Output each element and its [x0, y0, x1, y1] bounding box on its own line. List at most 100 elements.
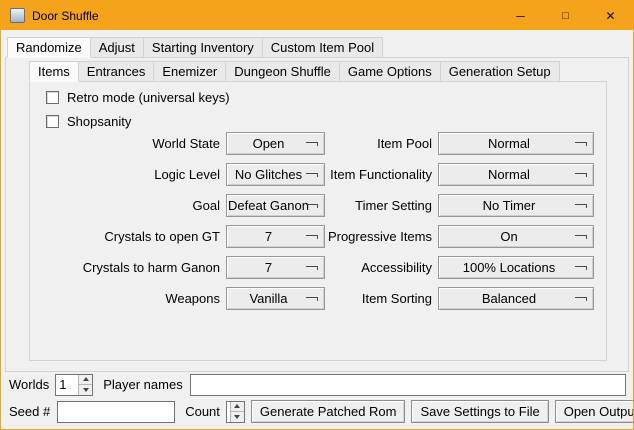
close-button[interactable]: ✕ — [588, 1, 633, 30]
setting-row: Crystals to harm Ganon 7 Accessibility 1… — [30, 252, 606, 283]
goal-dropdown[interactable]: Defeat Ganon — [226, 194, 325, 217]
count-spin-down-button[interactable] — [231, 411, 244, 422]
arrow-up-icon — [234, 404, 240, 408]
maximize-button[interactable]: □ — [543, 1, 588, 30]
tab-items[interactable]: Items — [29, 61, 79, 82]
progressive-items-dropdown[interactable]: On — [438, 225, 594, 248]
items-page: Retro mode (universal keys) Shopsanity W… — [29, 81, 607, 361]
player-names-label: Player names — [103, 377, 182, 392]
inner-tab-bar: Items Entrances Enemizer Dungeon Shuffle… — [29, 61, 560, 82]
dropdown-indicator-icon — [575, 297, 587, 301]
dropdown-indicator-icon — [306, 235, 318, 239]
window-controls: ─ □ ✕ — [498, 1, 633, 30]
worlds-row: Worlds Player names — [9, 373, 626, 396]
timer-setting-label: Timer Setting — [325, 194, 432, 217]
shopsanity-checkbox[interactable] — [46, 115, 59, 128]
shopsanity-label: Shopsanity — [67, 114, 131, 129]
setting-row: Logic Level No Glitches Item Functionali… — [30, 159, 606, 190]
item-sorting-value: Balanced — [439, 288, 593, 309]
count-label: Count — [185, 404, 220, 419]
seed-row: Seed # Count Generate Patched Rom Save S… — [9, 400, 626, 423]
crystals-open-gt-label: Crystals to open GT — [30, 225, 220, 248]
dropdown-indicator-icon — [575, 266, 587, 270]
setting-row: Crystals to open GT 7 Progressive Items … — [30, 221, 606, 252]
dropdown-indicator-icon — [306, 173, 318, 177]
tab-entrances[interactable]: Entrances — [78, 61, 155, 82]
count-stepper — [226, 401, 245, 423]
minimize-button[interactable]: ─ — [498, 1, 543, 30]
tab-enemizer[interactable]: Enemizer — [153, 61, 226, 82]
tab-adjust[interactable]: Adjust — [90, 37, 144, 58]
goal-label: Goal — [30, 194, 220, 217]
world-state-dropdown[interactable]: Open — [226, 132, 325, 155]
item-functionality-label: Item Functionality — [325, 163, 432, 186]
item-sorting-label: Item Sorting — [325, 287, 432, 310]
dropdown-indicator-icon — [575, 173, 587, 177]
tab-generation-setup[interactable]: Generation Setup — [440, 61, 560, 82]
app-icon — [10, 8, 25, 23]
crystals-harm-ganon-dropdown[interactable]: 7 — [226, 256, 325, 279]
accessibility-value: 100% Locations — [439, 257, 593, 278]
progressive-items-label: Progressive Items — [325, 225, 432, 248]
accessibility-dropdown[interactable]: 100% Locations — [438, 256, 594, 279]
worlds-stepper — [55, 374, 93, 396]
seed-label: Seed # — [9, 404, 50, 419]
count-stepper-buttons — [230, 402, 244, 422]
arrow-down-icon — [83, 388, 89, 392]
player-names-input[interactable] — [190, 374, 626, 396]
item-pool-value: Normal — [439, 133, 593, 154]
worlds-label: Worlds — [9, 377, 49, 392]
dropdown-indicator-icon — [306, 266, 318, 270]
dropdown-indicator-icon — [575, 142, 587, 146]
minimize-icon: ─ — [516, 9, 525, 23]
dropdown-indicator-icon — [575, 235, 587, 239]
crystals-open-gt-dropdown[interactable]: 7 — [226, 225, 325, 248]
retro-mode-row: Retro mode (universal keys) — [46, 89, 230, 106]
worlds-spin-down-button[interactable] — [79, 384, 92, 395]
tab-starting-inventory[interactable]: Starting Inventory — [143, 37, 263, 58]
settings-grid: World State Open Item Pool Normal Logic … — [30, 128, 606, 314]
worlds-spin-up-button[interactable] — [79, 375, 92, 385]
worlds-input[interactable] — [56, 375, 78, 395]
save-settings-button[interactable]: Save Settings to File — [411, 400, 548, 423]
setting-row: World State Open Item Pool Normal — [30, 128, 606, 159]
accessibility-label: Accessibility — [325, 256, 432, 279]
dropdown-indicator-icon — [306, 142, 318, 146]
titlebar: Door Shuffle ─ □ ✕ — [1, 1, 633, 30]
dropdown-indicator-icon — [306, 297, 318, 301]
arrow-down-icon — [234, 415, 240, 419]
setting-row: Weapons Vanilla Item Sorting Balanced — [30, 283, 606, 314]
retro-mode-checkbox[interactable] — [46, 91, 59, 104]
setting-row: Goal Defeat Ganon Timer Setting No Timer — [30, 190, 606, 221]
window-title: Door Shuffle — [32, 9, 99, 23]
weapons-label: Weapons — [30, 287, 220, 310]
tab-custom-item-pool[interactable]: Custom Item Pool — [262, 37, 383, 58]
tab-randomize[interactable]: Randomize — [7, 37, 91, 58]
generate-patched-rom-button[interactable]: Generate Patched Rom — [251, 400, 406, 423]
open-output-directory-button[interactable]: Open Output Directory — [555, 400, 634, 423]
door-shuffle-window: Door Shuffle ─ □ ✕ Randomize Adjust Star… — [0, 0, 634, 430]
logic-level-dropdown[interactable]: No Glitches — [226, 163, 325, 186]
progressive-items-value: On — [439, 226, 593, 247]
arrow-up-icon — [83, 377, 89, 381]
timer-setting-value: No Timer — [439, 195, 593, 216]
worlds-stepper-buttons — [78, 375, 92, 395]
close-icon: ✕ — [605, 9, 615, 23]
world-state-label: World State — [30, 132, 220, 155]
retro-mode-label: Retro mode (universal keys) — [67, 90, 230, 105]
item-pool-label: Item Pool — [325, 132, 432, 155]
maximize-icon: □ — [562, 10, 569, 22]
item-pool-dropdown[interactable]: Normal — [438, 132, 594, 155]
weapons-dropdown[interactable]: Vanilla — [226, 287, 325, 310]
dropdown-indicator-icon — [306, 204, 318, 208]
item-sorting-dropdown[interactable]: Balanced — [438, 287, 594, 310]
seed-input[interactable] — [57, 401, 175, 423]
item-functionality-value: Normal — [439, 164, 593, 185]
count-spin-up-button[interactable] — [231, 402, 244, 412]
dropdown-indicator-icon — [575, 204, 587, 208]
crystals-harm-ganon-label: Crystals to harm Ganon — [30, 256, 220, 279]
tab-game-options[interactable]: Game Options — [339, 61, 441, 82]
tab-dungeon-shuffle[interactable]: Dungeon Shuffle — [225, 61, 340, 82]
timer-setting-dropdown[interactable]: No Timer — [438, 194, 594, 217]
item-functionality-dropdown[interactable]: Normal — [438, 163, 594, 186]
